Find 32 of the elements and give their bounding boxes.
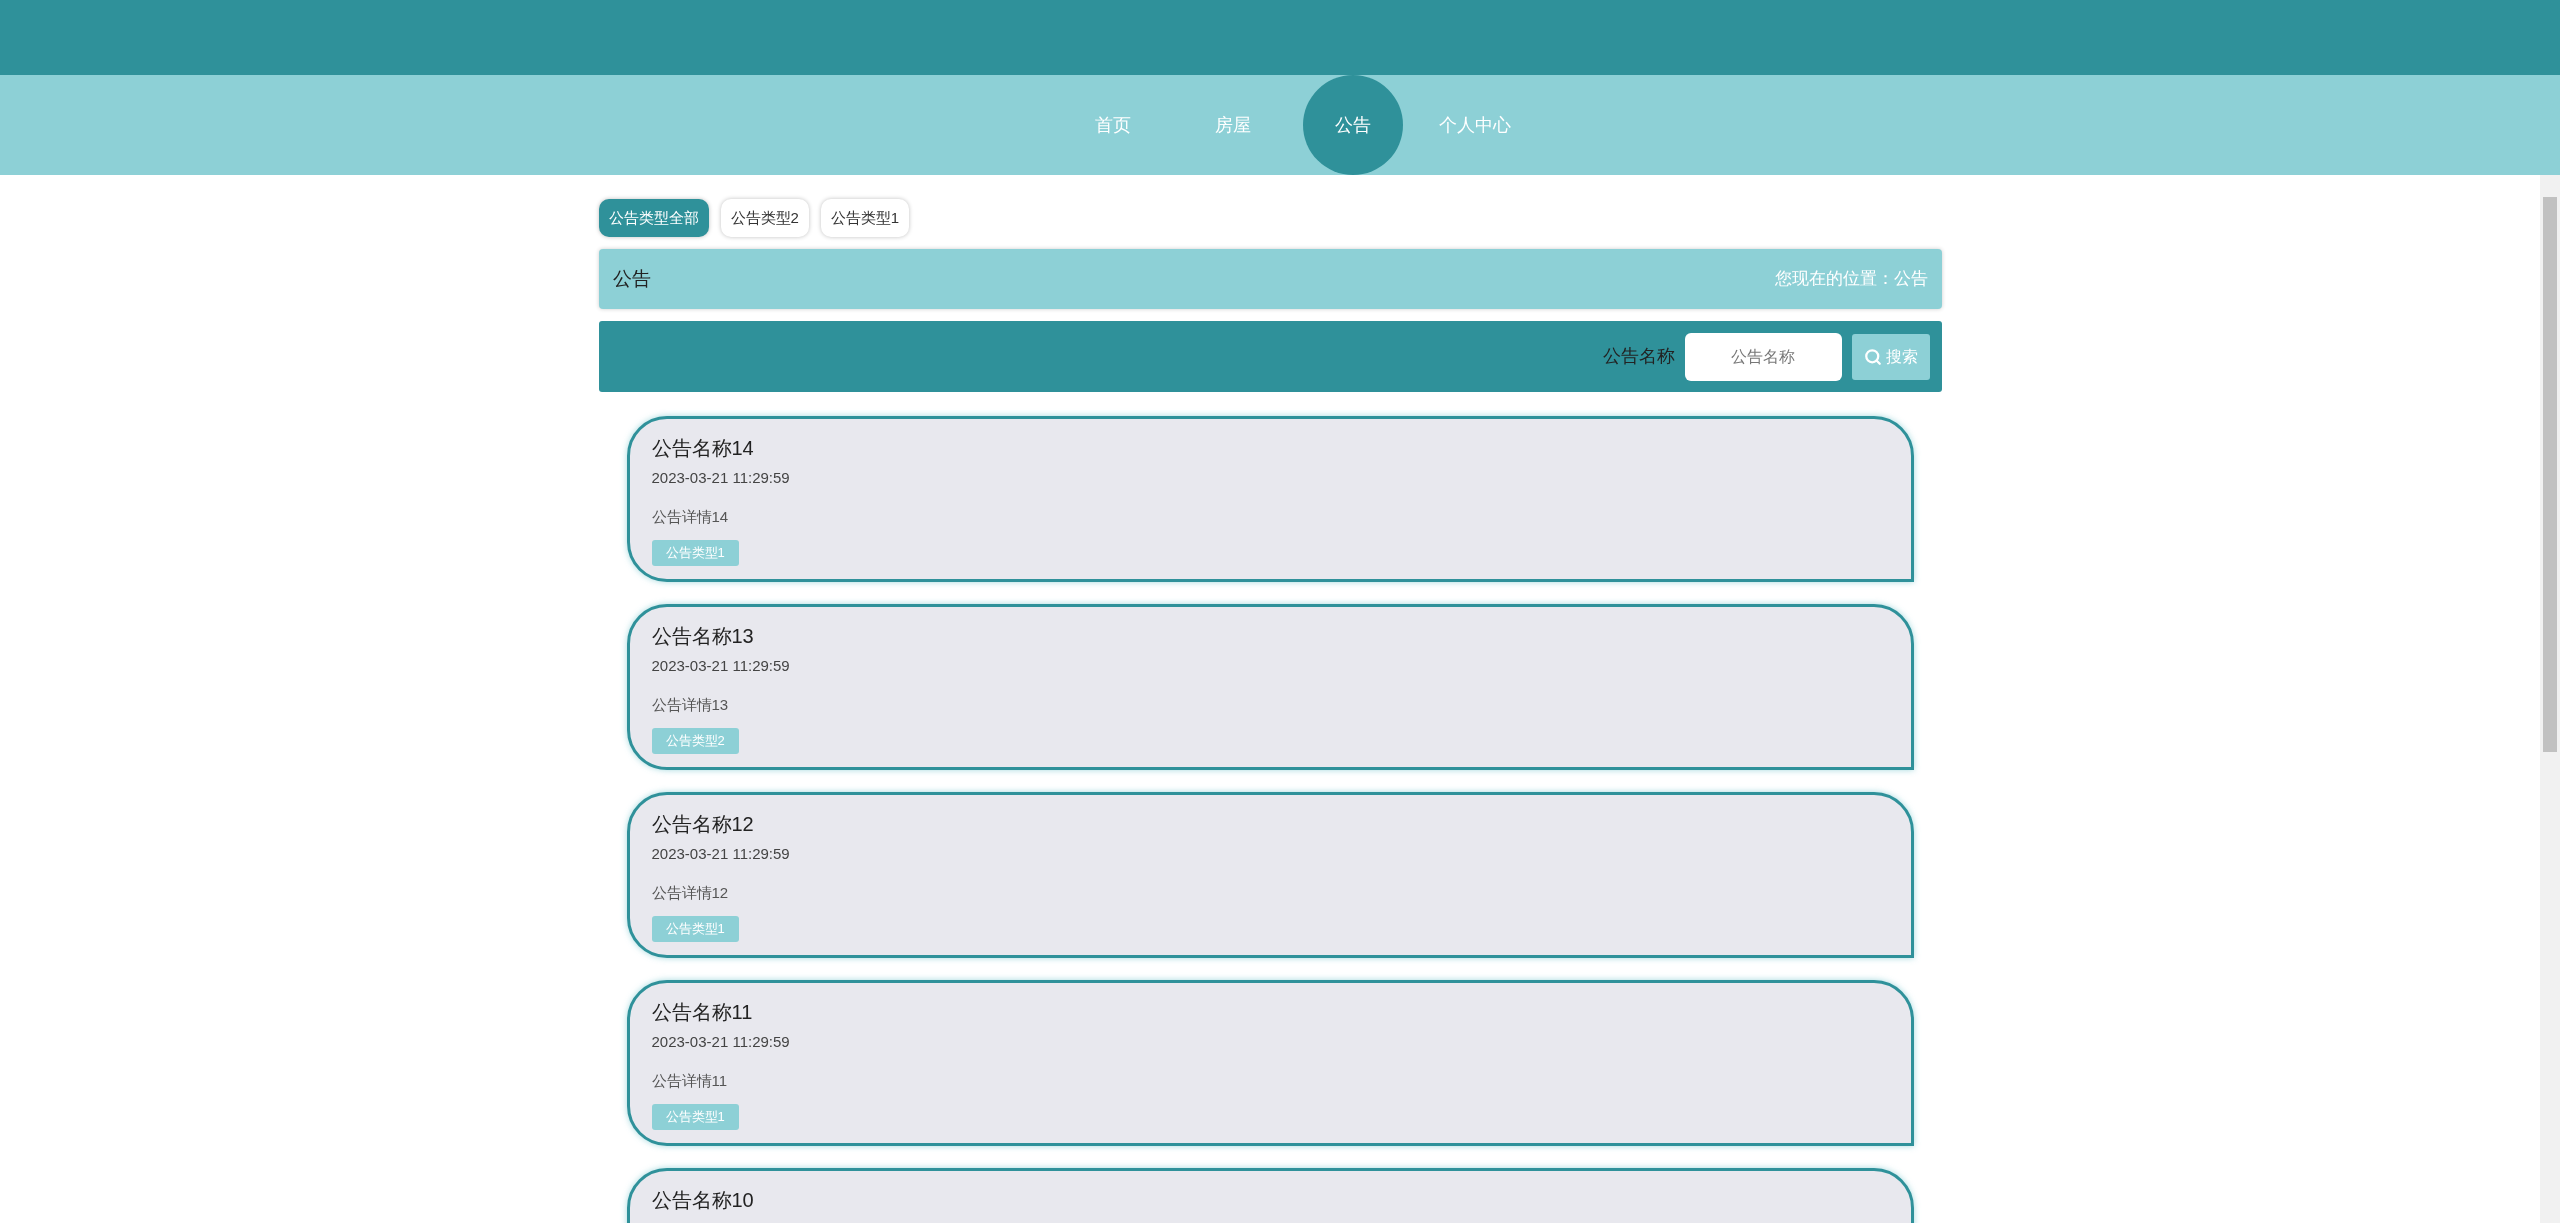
notice-tag: 公告类型1 bbox=[651, 916, 739, 942]
search-field[interactable]: 公告名称 bbox=[1684, 332, 1842, 381]
scrollbar[interactable] bbox=[2540, 175, 2560, 1223]
page-title: 公告 bbox=[612, 266, 651, 291]
notice-detail: 公告详情13 bbox=[651, 694, 729, 715]
notice-time: 2023-03-21 11:29:59 bbox=[651, 844, 790, 864]
filter-tab[interactable]: 公告类型全部 bbox=[598, 199, 709, 237]
notice-title: 公告名称13 bbox=[651, 624, 754, 649]
notice-card[interactable]: 公告名称12 2023-03-21 11:29:59 公告详情12 公告类型1 bbox=[626, 792, 1914, 958]
notice-tag: 公告类型1 bbox=[651, 1104, 739, 1130]
notice-time: 2023-03-21 11:29:59 bbox=[651, 1032, 790, 1052]
nav-link[interactable]: 公告 bbox=[1303, 75, 1403, 175]
location-text: 您现在的位置：公告 bbox=[1774, 268, 1928, 291]
notice-tag: 公告类型1 bbox=[651, 540, 739, 566]
notice-card[interactable]: 公告名称10 bbox=[626, 1168, 1914, 1223]
notice-card[interactable]: 公告名称11 2023-03-21 11:29:59 公告详情11 公告类型1 bbox=[626, 980, 1914, 1146]
notice-title: 公告名称11 bbox=[651, 1000, 753, 1025]
notice-detail: 公告详情11 bbox=[651, 1070, 728, 1091]
search-label: 公告名称 bbox=[1602, 345, 1675, 368]
notice-time: 2023-03-21 11:29:59 bbox=[651, 468, 790, 488]
notice-card[interactable]: 公告名称14 2023-03-21 11:29:59 公告详情14 公告类型1 bbox=[626, 416, 1914, 582]
notice-card[interactable]: 公告名称13 2023-03-21 11:29:59 公告详情13 公告类型2 bbox=[626, 604, 1914, 770]
notice-title: 公告名称10 bbox=[651, 1188, 754, 1213]
notice-time: 2023-03-21 11:29:59 bbox=[651, 656, 790, 676]
notice-detail: 公告详情12 bbox=[651, 882, 729, 903]
search-icon bbox=[1863, 347, 1882, 366]
notice-title: 公告名称12 bbox=[651, 812, 754, 837]
notice-title: 公告名称14 bbox=[651, 436, 754, 461]
notice-detail: 公告详情14 bbox=[651, 506, 729, 527]
filter-tab[interactable]: 公告类型2 bbox=[720, 199, 809, 237]
filter-tab[interactable]: 公告类型1 bbox=[820, 199, 910, 237]
notice-tag: 公告类型2 bbox=[651, 728, 739, 754]
